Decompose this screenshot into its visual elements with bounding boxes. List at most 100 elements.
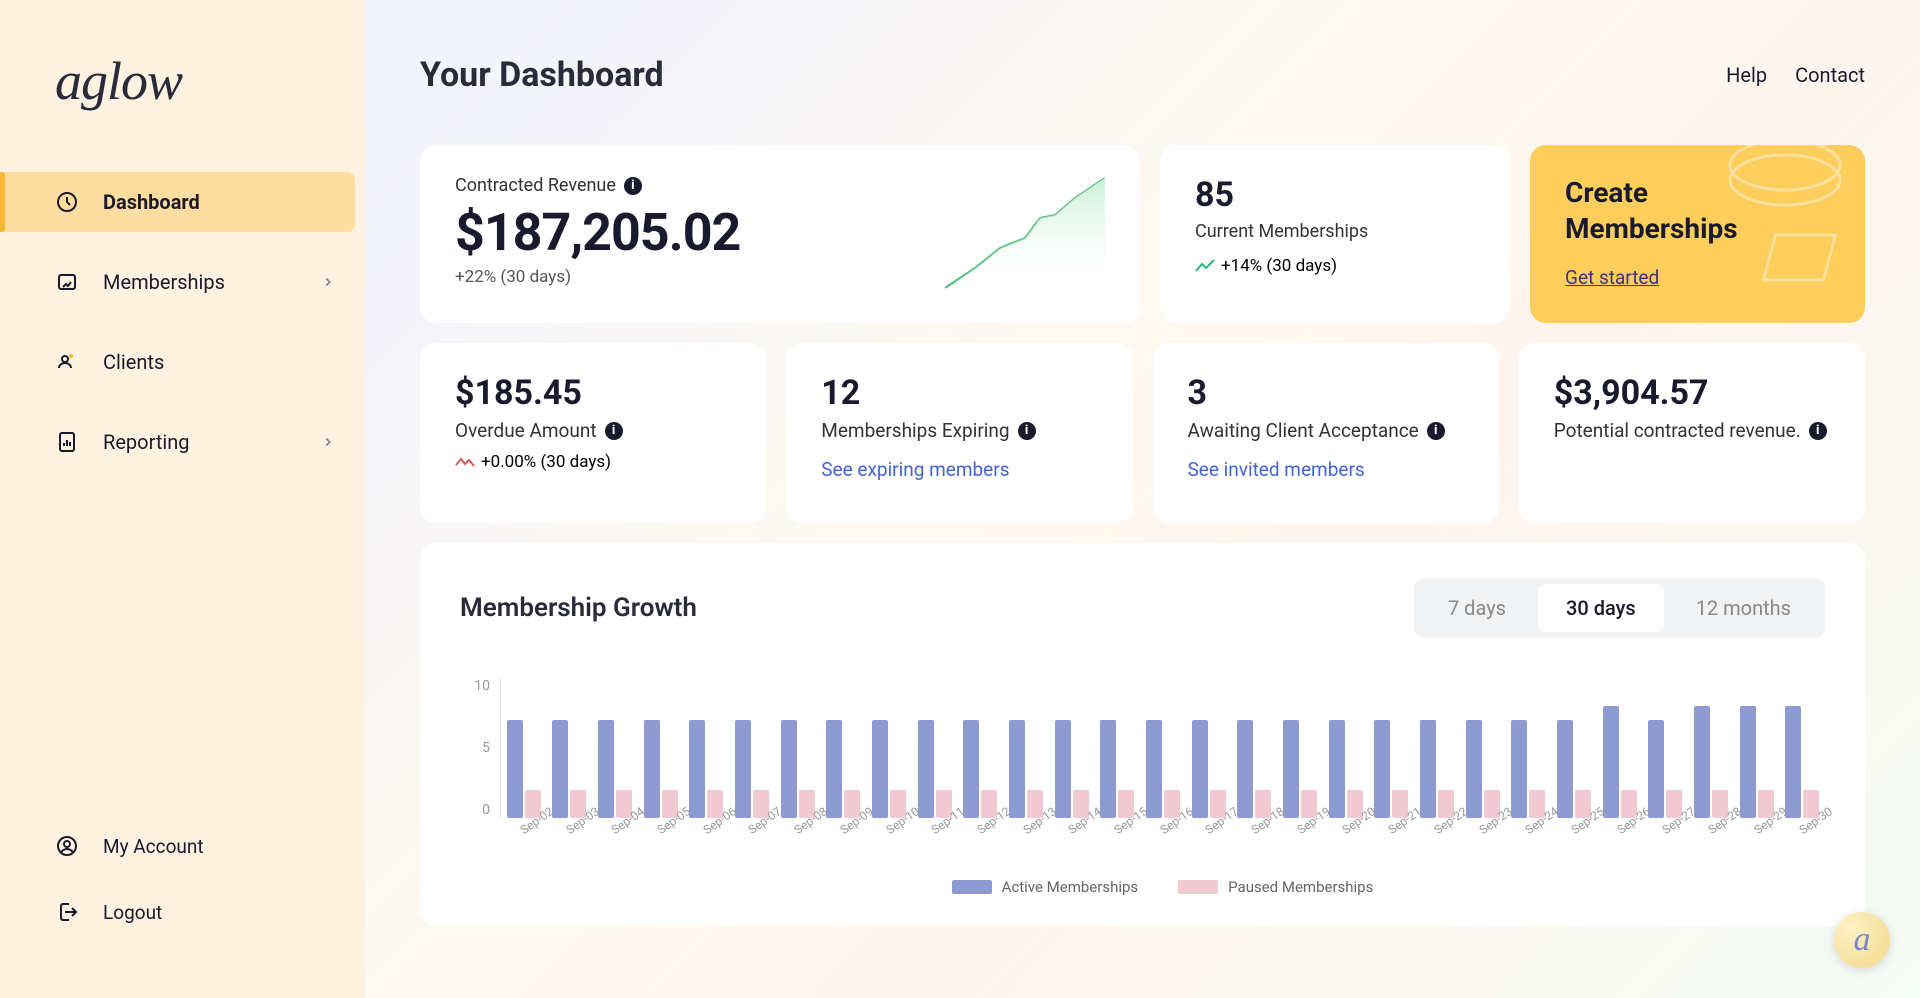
see-invited-members-link[interactable]: See invited members xyxy=(1188,458,1365,481)
range-12-months[interactable]: 12 months xyxy=(1668,584,1819,632)
chart-header: Membership Growth 7 days 30 days 12 mont… xyxy=(460,578,1825,638)
bar-group xyxy=(638,720,684,818)
card-potential-revenue: $3,904.57 Potential contracted revenue. … xyxy=(1519,343,1865,523)
bar-active xyxy=(644,720,660,818)
page-header: Your Dashboard Help Contact xyxy=(420,55,1865,95)
brand-logo: aglow xyxy=(0,50,365,172)
header-links: Help Contact xyxy=(1726,63,1865,87)
card-create-memberships: Create Memberships Get started xyxy=(1530,145,1865,323)
page-title: Your Dashboard xyxy=(420,55,664,95)
bar-group xyxy=(684,720,730,818)
y-tick: 0 xyxy=(460,802,490,818)
metric-trend: +22% (30 days) xyxy=(455,267,740,287)
bar-active xyxy=(1237,720,1253,818)
sidebar-item-label: Reporting xyxy=(103,430,321,454)
bar-group xyxy=(501,720,547,818)
bar-group xyxy=(1505,720,1551,818)
y-tick: 5 xyxy=(460,740,490,756)
chevron-right-icon xyxy=(321,435,335,449)
info-icon[interactable]: i xyxy=(1427,422,1445,440)
range-30-days[interactable]: 30 days xyxy=(1538,584,1664,632)
bar-active xyxy=(1694,706,1710,818)
bar-group xyxy=(775,720,821,818)
sidebar-item-memberships[interactable]: Memberships xyxy=(0,252,365,312)
sidebar-item-clients[interactable]: Clients xyxy=(0,332,365,392)
metric-value: 3 xyxy=(1188,373,1464,413)
trend-flat-icon xyxy=(455,455,475,469)
bar-active xyxy=(735,720,751,818)
bar-active xyxy=(918,720,934,818)
range-toggle: 7 days 30 days 12 months xyxy=(1414,578,1825,638)
metric-label: Memberships Expiring i xyxy=(821,419,1097,442)
metric-trend: +14% (30 days) xyxy=(1195,256,1475,276)
sidebar-item-label: Logout xyxy=(103,901,335,924)
bar-active xyxy=(781,720,797,818)
info-icon[interactable]: i xyxy=(1018,422,1036,440)
bar-active xyxy=(1420,720,1436,818)
chart-title: Membership Growth xyxy=(460,593,697,623)
info-icon[interactable]: i xyxy=(1809,422,1827,440)
info-icon[interactable]: i xyxy=(624,177,642,195)
legend-swatch xyxy=(952,880,992,894)
bar-group xyxy=(1734,706,1780,818)
metric-value: $185.45 xyxy=(455,373,731,413)
legend-item-paused: Paused Memberships xyxy=(1178,878,1373,896)
metric-label-text: Memberships Expiring xyxy=(821,419,1009,442)
bar-active xyxy=(689,720,705,818)
bar-active xyxy=(1557,720,1573,818)
dashboard-icon xyxy=(55,190,79,214)
bar-active xyxy=(598,720,614,818)
bar-active xyxy=(1100,720,1116,818)
bar-active xyxy=(1740,706,1756,818)
legend-label: Active Memberships xyxy=(1002,878,1139,896)
contact-link[interactable]: Contact xyxy=(1795,63,1865,87)
bar-group xyxy=(1688,706,1734,818)
metric-label: Awaiting Client Acceptance i xyxy=(1188,419,1464,442)
range-7-days[interactable]: 7 days xyxy=(1420,584,1534,632)
bar-active xyxy=(1374,720,1390,818)
cta-get-started-link[interactable]: Get started xyxy=(1565,266,1659,289)
card-current-memberships: 85 Current Memberships +14% (30 days) xyxy=(1160,145,1510,323)
bar-group xyxy=(1597,706,1643,818)
bar-active xyxy=(507,720,523,818)
bar-active xyxy=(872,720,888,818)
bar-active xyxy=(1055,720,1071,818)
metric-label: Contracted Revenue i xyxy=(455,175,740,196)
floating-brand-badge[interactable]: a xyxy=(1834,912,1890,968)
legend-item-active: Active Memberships xyxy=(952,878,1139,896)
metric-label: Potential contracted revenue. i xyxy=(1554,419,1830,442)
main-nav: Dashboard Memberships Clients Reporting xyxy=(0,172,365,816)
sidebar-item-label: Dashboard xyxy=(103,190,325,214)
bar-group xyxy=(547,720,593,818)
sidebar-item-logout[interactable]: Logout xyxy=(0,882,365,942)
bar-active xyxy=(963,720,979,818)
clients-icon xyxy=(55,350,79,374)
bar-group xyxy=(1232,720,1278,818)
metric-value: 85 xyxy=(1195,175,1475,215)
bar-group xyxy=(1095,720,1141,818)
chart-y-axis: 10 5 0 xyxy=(460,678,500,818)
trend-text: +14% (30 days) xyxy=(1221,256,1337,276)
card-contracted-revenue: Contracted Revenue i $187,205.02 +22% (3… xyxy=(420,145,1140,323)
memberships-icon xyxy=(55,270,79,294)
metric-label: Current Memberships xyxy=(1195,221,1475,242)
chart-area: 10 5 0 Sep-02Sep-03Sep-04Sep-05Sep-06Sep… xyxy=(460,678,1825,896)
card-awaiting-acceptance: 3 Awaiting Client Acceptance i See invit… xyxy=(1153,343,1499,523)
sidebar-item-label: My Account xyxy=(103,835,335,858)
revenue-sparkline xyxy=(945,173,1105,293)
bar-active xyxy=(1511,720,1527,818)
info-icon[interactable]: i xyxy=(605,422,623,440)
sidebar: aglow Dashboard Memberships Clients Repo… xyxy=(0,0,365,998)
legend-label: Paused Memberships xyxy=(1228,878,1373,896)
metric-label: Overdue Amount i xyxy=(455,419,731,442)
card-overdue-amount: $185.45 Overdue Amount i +0.00% (30 days… xyxy=(420,343,766,523)
sidebar-item-label: Memberships xyxy=(103,270,321,294)
help-link[interactable]: Help xyxy=(1726,63,1767,87)
bar-group xyxy=(958,720,1004,818)
chart-legend: Active Memberships Paused Memberships xyxy=(500,878,1825,896)
see-expiring-members-link[interactable]: See expiring members xyxy=(821,458,1009,481)
legend-swatch xyxy=(1178,880,1218,894)
sidebar-item-reporting[interactable]: Reporting xyxy=(0,412,365,472)
sidebar-item-my-account[interactable]: My Account xyxy=(0,816,365,876)
sidebar-item-dashboard[interactable]: Dashboard xyxy=(0,172,355,232)
